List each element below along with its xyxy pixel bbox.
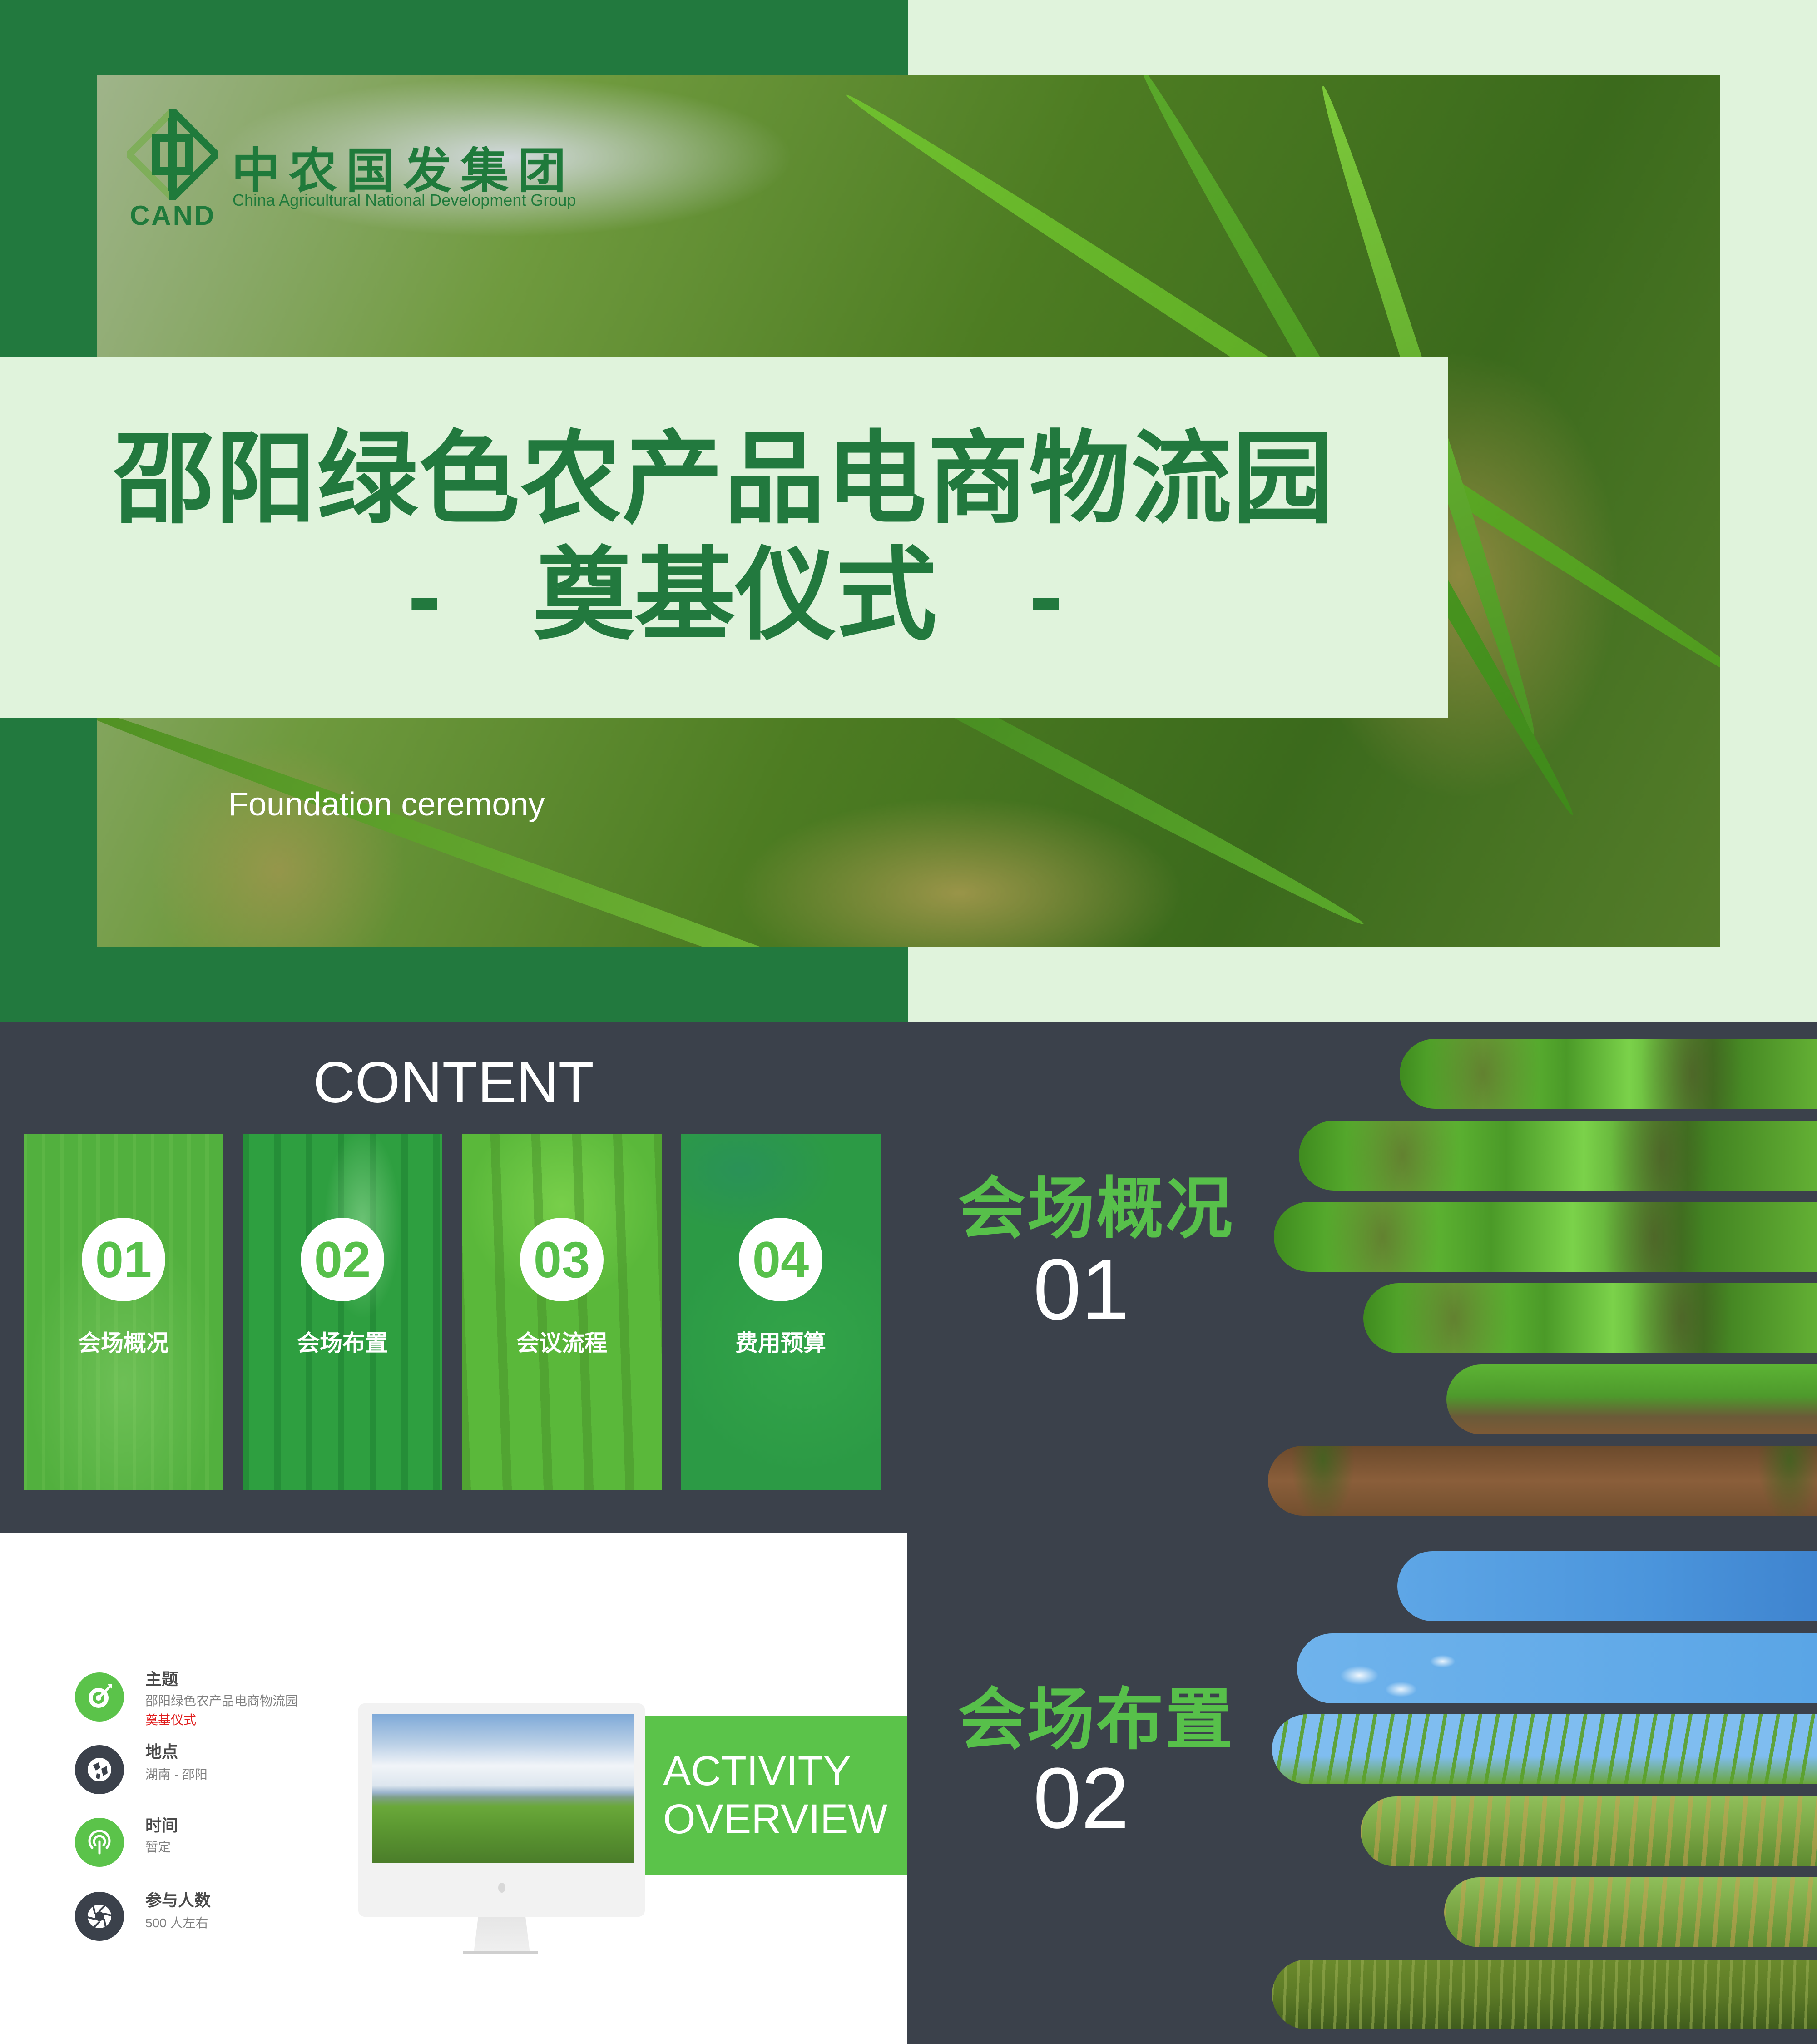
section-number-02: 02 (1033, 1750, 1129, 1846)
forest-photo-strip (1363, 1283, 1817, 1353)
cover-title: 邵阳绿色农产品电商物流园 (114, 423, 1334, 536)
content-card-04[interactable]: 04 费用预算 (681, 1134, 881, 1490)
forest-photo-strip (1274, 1202, 1817, 1272)
card-label: 会场布置 (297, 1330, 388, 1356)
forest-photo-strip (1299, 1121, 1817, 1191)
rice-sky-photo-strip (1444, 1877, 1817, 1947)
info-title-location: 地点 (145, 1742, 178, 1761)
cover-title-ceremony: - 奠基仪式 - (407, 539, 1063, 652)
rice-sky-photo-strip (1361, 1796, 1817, 1866)
card-number: 04 (739, 1218, 822, 1301)
info-value-location: 湖南 - 邵阳 (145, 1767, 208, 1781)
cand-diamond-logo-icon (127, 109, 218, 200)
forest-photo-strip (1446, 1364, 1817, 1434)
globe-icon (75, 1745, 124, 1794)
content-heading: CONTENT (313, 1050, 594, 1115)
forest-photo-strip (1268, 1446, 1817, 1516)
content-card-02[interactable]: 02 会场布置 (243, 1134, 442, 1490)
section-number-01: 01 (1033, 1241, 1129, 1338)
target-icon (75, 1672, 124, 1722)
aperture-icon (75, 1892, 124, 1941)
card-label: 会议流程 (516, 1330, 607, 1356)
card-number: 03 (520, 1218, 604, 1301)
rice-sky-photo-strip (1297, 1633, 1817, 1703)
info-value-theme-highlight: 奠基仪式 (145, 1713, 197, 1727)
rice-sky-photo-strip (1272, 1714, 1817, 1784)
info-value-theme: 邵阳绿色农产品电商物流园 (145, 1694, 298, 1708)
info-title-attendance: 参与人数 (145, 1891, 211, 1910)
logo-english-name: China Agricultural National Development … (233, 191, 576, 209)
info-value-attendance: 500 人左右 (145, 1916, 208, 1930)
content-card-03[interactable]: 03 会议流程 (462, 1134, 662, 1490)
card-label: 会场概况 (78, 1330, 169, 1356)
card-label: 费用预算 (735, 1330, 826, 1356)
overview-title-line2: OVERVIEW (663, 1796, 888, 1842)
monitor-power-dot (498, 1883, 505, 1893)
content-card-01[interactable]: 01 会场概况 (24, 1134, 223, 1490)
forest-photo-strip (1400, 1039, 1817, 1109)
monitor-stand (474, 1917, 530, 1953)
monitor-base (463, 1951, 538, 1954)
rice-sky-photo-strip (1397, 1551, 1817, 1621)
farmland-photo (372, 1714, 634, 1863)
info-title-time: 时间 (145, 1816, 178, 1835)
section-title-01: 会场概况 (958, 1171, 1234, 1246)
rice-sky-photo-strip (1272, 1960, 1817, 2029)
logo-abbreviation: CAND (130, 200, 216, 231)
card-number: 01 (82, 1218, 165, 1301)
cover-title-box: 邵阳绿色农产品电商物流园 - 奠基仪式 - (0, 357, 1448, 718)
activity-overview-box: ACTIVITY OVERVIEW (645, 1716, 907, 1875)
broadcast-icon (75, 1818, 124, 1867)
overview-title-line1: ACTIVITY (663, 1748, 852, 1795)
card-number: 02 (301, 1218, 384, 1301)
info-value-time: 暂定 (145, 1840, 171, 1854)
section-title-02: 会场布置 (958, 1682, 1234, 1757)
info-title-theme: 主题 (145, 1670, 178, 1688)
cover-subtitle: Foundation ceremony (228, 786, 545, 823)
